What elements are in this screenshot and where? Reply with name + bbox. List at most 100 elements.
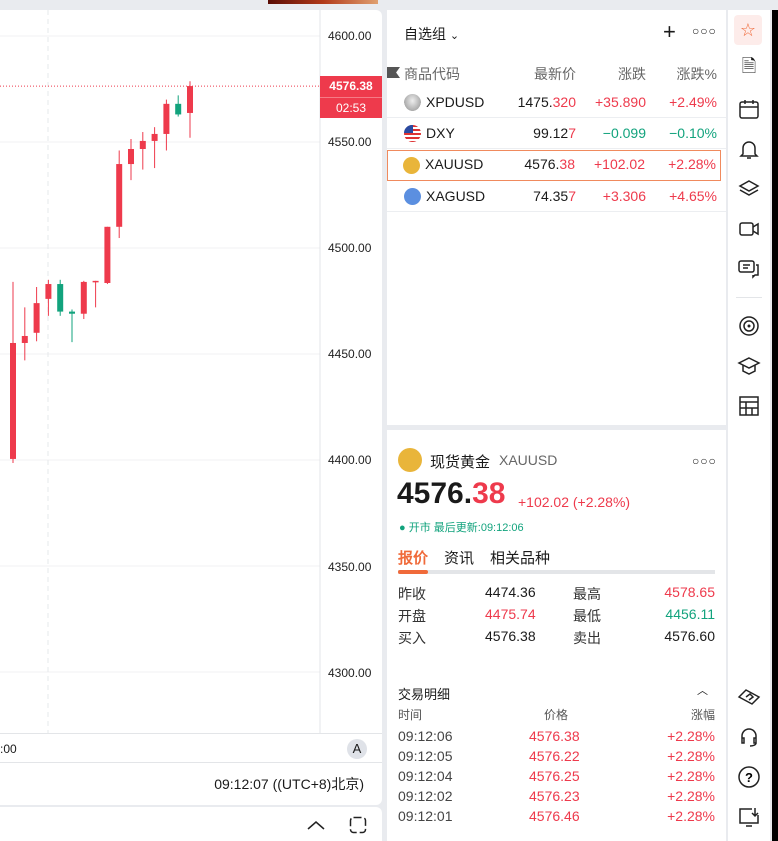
trade-pct: +2.28% — [667, 788, 715, 804]
last-int: 99.12 — [533, 125, 569, 141]
trade-price: 4576.38 — [529, 728, 580, 744]
candle-body — [45, 284, 52, 299]
video-icon[interactable] — [737, 217, 761, 241]
more-icon[interactable]: ○○○ — [692, 24, 717, 38]
document-icon[interactable]: 🗎 — [737, 56, 761, 81]
trade-price: 4576.46 — [529, 808, 580, 824]
tab-news[interactable]: 资讯 — [444, 547, 474, 568]
watchlist-row-dxy[interactable]: DXY 99.127 −0.099 −0.10% — [387, 118, 726, 149]
current-price: 4576.38 — [397, 477, 505, 511]
last-int: 4576. — [524, 156, 560, 172]
change: +3.306 — [602, 188, 646, 204]
tab-indicator-track — [398, 570, 715, 574]
trade-price: 4576.23 — [529, 788, 580, 804]
download-icon[interactable] — [737, 805, 761, 829]
chart-plot[interactable] — [0, 10, 382, 733]
calendar-icon[interactable] — [737, 97, 761, 121]
price-int: 4576. — [397, 477, 473, 510]
status: 开市 — [408, 522, 431, 534]
trade-pct: +2.28% — [667, 728, 715, 744]
watchlist-row-xpdusd[interactable]: XPDUSD 1475.320 +35.890 +2.49% — [387, 87, 726, 118]
watchlist-panel: 自选组 ⌄ + ○○○ 商品代码 最新价 涨跌 涨跌% XPDUSD 1475.… — [387, 10, 726, 425]
quote-label: 最高 — [573, 586, 601, 602]
tab-quote[interactable]: 报价 — [398, 547, 428, 568]
change: +102.02 — [594, 156, 645, 172]
quote-label: 卖出 — [573, 630, 601, 646]
header-last[interactable]: 最新价 — [534, 64, 576, 84]
header-pct[interactable]: 涨跌% — [677, 64, 717, 84]
watchlist-row-xagusd[interactable]: XAGUSD 74.357 +3.306 +4.65% — [387, 181, 726, 212]
chat-icon[interactable] — [737, 257, 761, 281]
trade-row: 09:12:05 4576.22 +2.28% — [398, 748, 715, 768]
trade-time: 09:12:06 — [398, 728, 453, 744]
change-pct: +2.28% — [668, 156, 716, 172]
header-symbol[interactable]: 商品代码 — [404, 64, 460, 84]
quote-value: 4578.65 — [664, 584, 715, 600]
graduation-cap-icon[interactable] — [737, 354, 761, 378]
last-frac: 7 — [568, 188, 576, 204]
window-edge — [772, 10, 778, 841]
trade-pct: +2.28% — [667, 748, 715, 764]
tab-related[interactable]: 相关品种 — [490, 547, 550, 568]
bottom-toolbar — [0, 807, 382, 841]
handshake-icon[interactable] — [737, 685, 761, 709]
watchlist-group-select[interactable]: 自选组 ⌄ — [404, 24, 459, 44]
layers-icon[interactable] — [737, 177, 761, 201]
last-updated: 最后更新:09:12:06 — [433, 522, 524, 534]
collapse-icon[interactable]: ︿ — [697, 682, 708, 698]
add-icon[interactable]: + — [663, 19, 676, 45]
silver-icon — [404, 188, 421, 205]
table-icon[interactable] — [737, 394, 761, 418]
bell-icon[interactable] — [737, 137, 761, 161]
headset-icon[interactable] — [737, 725, 761, 749]
quote-label: 买入 — [398, 630, 426, 646]
last-int: 74.35 — [533, 188, 569, 204]
candle-body — [128, 148, 134, 165]
watchlist-header: 商品代码 最新价 涨跌 涨跌% — [387, 64, 726, 84]
quote-label: 昨收 — [398, 586, 426, 602]
us-flag-icon — [404, 125, 421, 142]
trades-title: 交易明细 — [398, 687, 451, 702]
x-tick: :00 — [0, 742, 17, 756]
trade-pct: +2.28% — [667, 768, 715, 784]
change: −0.099 — [602, 125, 646, 141]
last-int: 1475. — [517, 94, 553, 110]
gold-icon — [398, 448, 422, 472]
header-pct: 涨幅 — [690, 708, 715, 722]
y-tick: 4600.00 — [328, 29, 372, 43]
fullscreen-icon[interactable] — [349, 816, 367, 834]
last-frac: 320 — [552, 94, 576, 110]
watchlist-row-xauusd[interactable]: XAUUSD 4576.38 +102.02 +2.28% — [387, 150, 721, 181]
divider — [736, 297, 762, 298]
trade-pct: +2.28% — [667, 808, 715, 824]
price-change: +102.02 (+2.28%) — [518, 494, 631, 510]
trade-time: 09:12:04 — [398, 768, 453, 784]
candle-body — [175, 103, 182, 115]
help-icon[interactable]: ? — [737, 765, 761, 789]
candle-body — [116, 164, 123, 227]
change: +35.890 — [595, 94, 646, 110]
last-frac: 7 — [568, 125, 576, 141]
more-icon[interactable]: ○○○ — [692, 454, 717, 468]
trade-row: 09:12:04 4576.25 +2.28% — [398, 768, 715, 788]
watchlist-icon[interactable]: ☆ — [734, 15, 762, 45]
group-label: 自选组 — [404, 26, 446, 42]
chevron-up-icon[interactable] — [306, 819, 326, 831]
price-frac: 38 — [472, 477, 506, 510]
auto-scale-button[interactable]: A — [347, 739, 367, 759]
trade-row: 09:12:01 4576.46 +2.28% — [398, 808, 715, 828]
last-price: 1475.320 — [518, 94, 576, 110]
time-axis[interactable]: :00 A — [0, 733, 382, 763]
candle-body — [80, 281, 87, 314]
top-banner-image — [268, 0, 378, 4]
bar-countdown: 02:53 — [320, 97, 382, 118]
quote-label: 开盘 — [398, 608, 426, 624]
symbol: XAUUSD — [425, 156, 484, 172]
header-change[interactable]: 涨跌 — [618, 64, 646, 84]
radar-icon[interactable] — [737, 314, 761, 338]
candlestick-chart[interactable]: 4600.00 4550.00 4500.00 4450.00 4400.00 … — [0, 10, 382, 805]
market-status: ● 开市 最后更新:09:12:06 — [399, 522, 524, 534]
chevron-down-icon: ⌄ — [449, 30, 460, 42]
quote-value: 4475.74 — [485, 606, 536, 622]
trade-price: 4576.22 — [529, 748, 580, 764]
